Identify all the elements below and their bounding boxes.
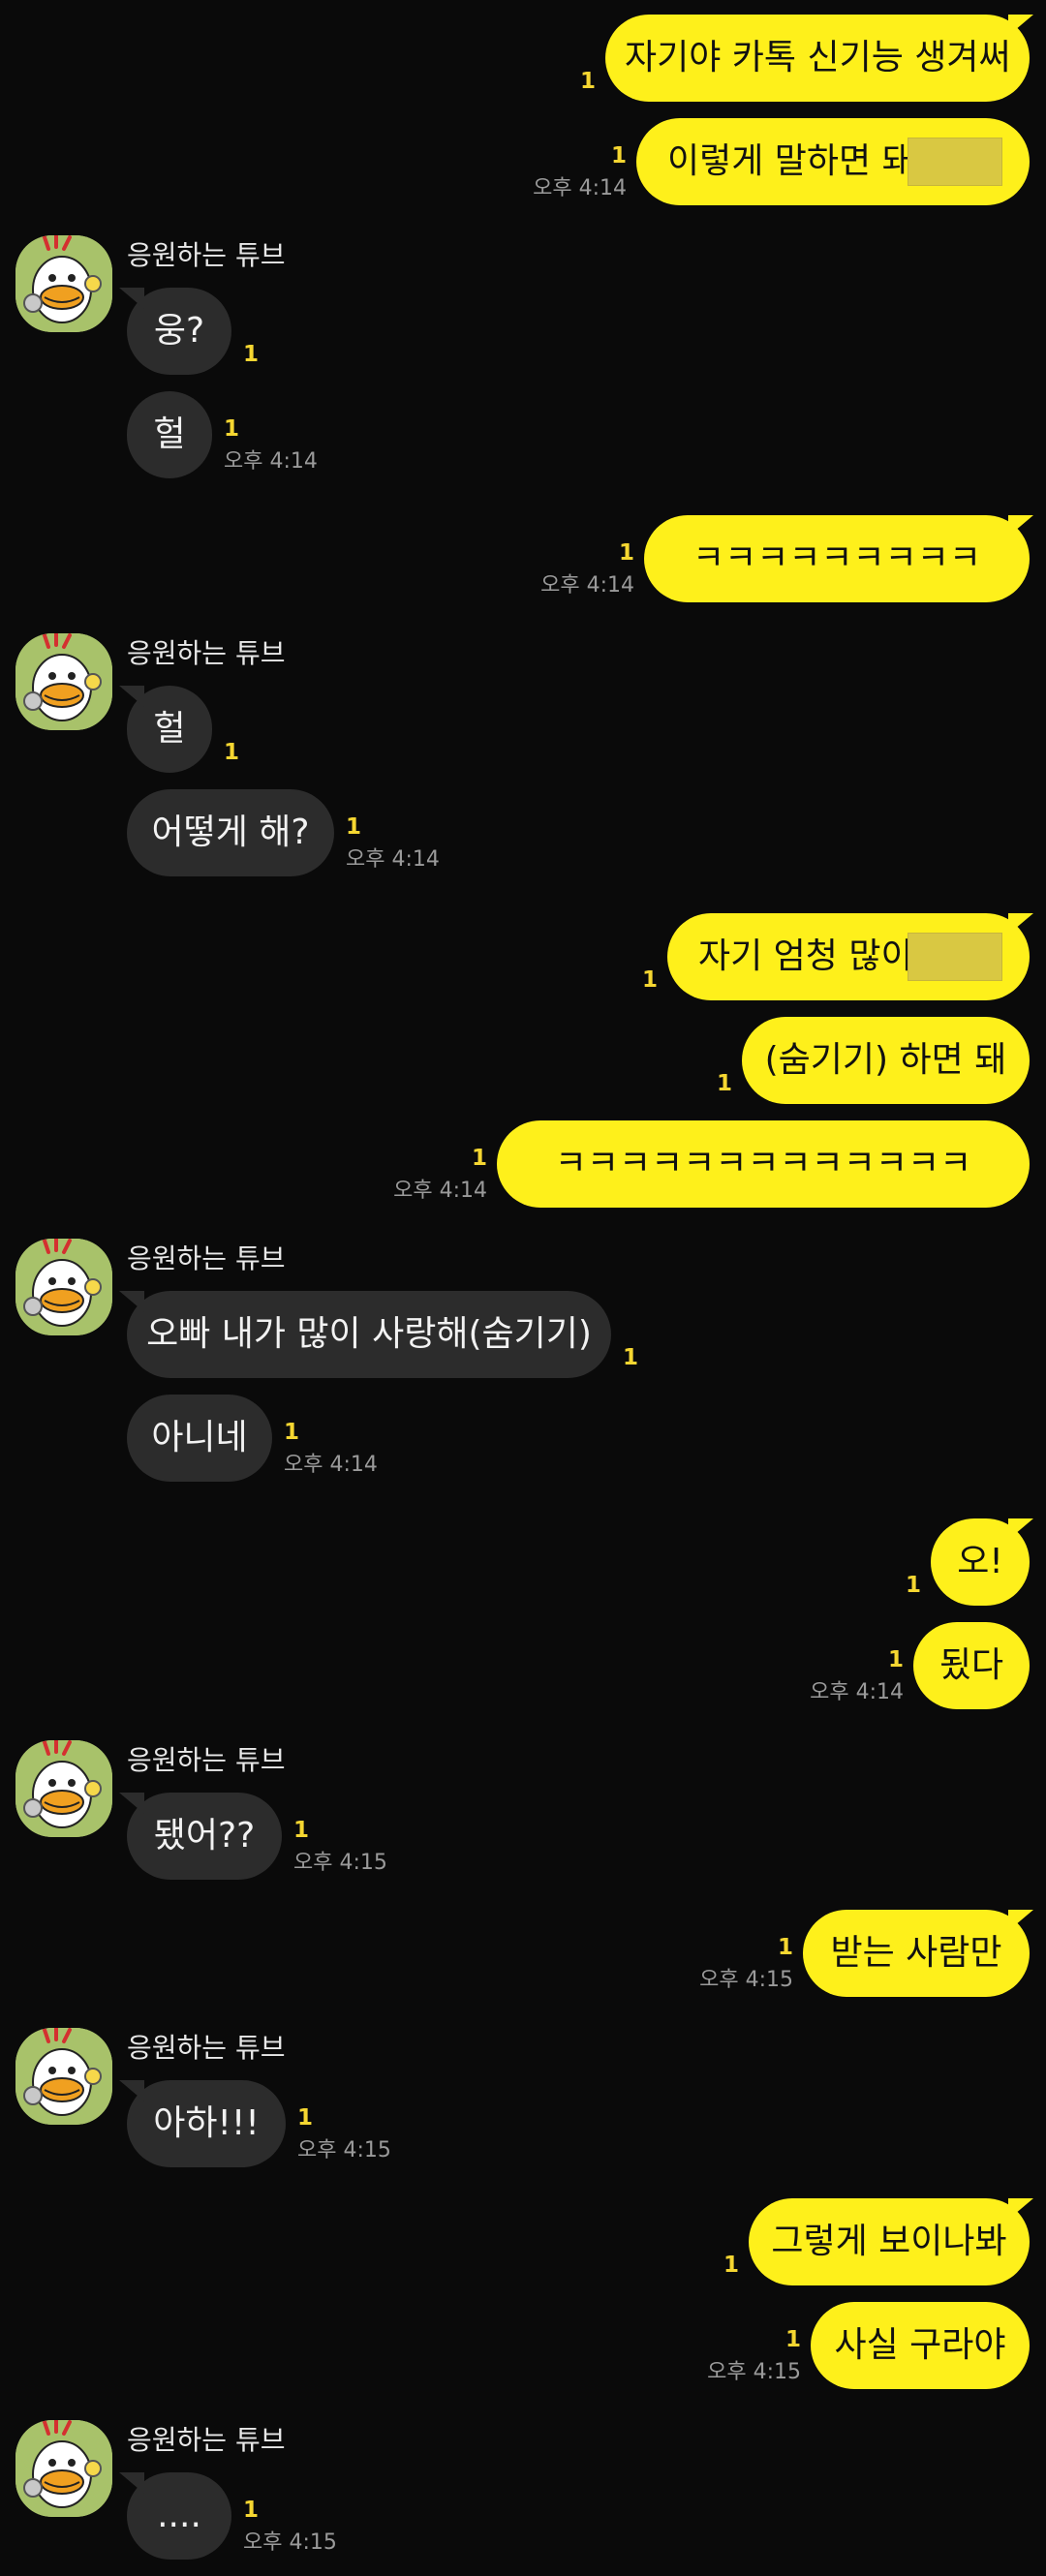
bubble-tail: [1008, 15, 1033, 36]
message-text: 헐: [153, 414, 186, 454]
outgoing-message-bubble[interactable]: (숨기기) 하면 돼: [742, 1017, 1030, 1104]
unread-count: 1: [579, 69, 596, 94]
sender-name: 응원하는 튜브: [127, 1242, 286, 1274]
unread-count: 1: [723, 2253, 739, 2278]
unread-count: 1: [887, 1647, 904, 1672]
sender-name: 응원하는 튜브: [127, 239, 286, 271]
sender-name: 응원하는 튜브: [127, 2424, 286, 2456]
outgoing-message-bubble[interactable]: 사실 구라야: [811, 2302, 1030, 2389]
tube-character-image: [15, 1239, 112, 1335]
unread-count: 1: [610, 143, 627, 169]
contact-avatar[interactable]: [15, 2420, 112, 2517]
unread-count: 1: [471, 1146, 487, 1171]
hidden-text-block: [908, 138, 1002, 186]
unread-count: 1: [784, 2327, 801, 2352]
unread-count: 1: [716, 1071, 732, 1096]
message-timestamp: 오후 4:15: [297, 2138, 391, 2162]
bubble-tail: [119, 2080, 144, 2101]
incoming-message-bubble[interactable]: 오빠 내가 많이 사랑해(숨기기): [127, 1291, 611, 1378]
message-text: ㅋㅋㅋㅋㅋㅋㅋㅋㅋㅋㅋㅋㅋ: [554, 1144, 972, 1183]
bubble-tail: [1008, 515, 1033, 537]
message-text: 아니네: [151, 1418, 248, 1457]
message-timestamp: 오후 4:14: [346, 847, 440, 872]
outgoing-message-bubble[interactable]: 자기야 카톡 신기능 생겨써: [605, 15, 1030, 102]
message-text: 자기야 카톡 신기능 생겨써: [625, 38, 1011, 77]
message-timestamp: 오후 4:15: [243, 2530, 337, 2555]
unread-count: 1: [224, 416, 240, 442]
outgoing-message-bubble[interactable]: 그렇게 보이나봐: [749, 2198, 1030, 2285]
message-timestamp: 오후 4:14: [224, 449, 318, 474]
bubble-tail: [119, 2472, 144, 2494]
message-text: 어떻게 해?: [151, 813, 310, 852]
outgoing-message-bubble[interactable]: 받는 사람만: [803, 1910, 1030, 1997]
message-text: 사실 구라야: [834, 2325, 1006, 2365]
tube-character-image: [15, 2028, 112, 2125]
unread-count: 1: [243, 342, 260, 367]
bubble-tail: [119, 288, 144, 309]
sender-name: 응원하는 튜브: [127, 1744, 286, 1776]
outgoing-message-bubble[interactable]: ㅋㅋㅋㅋㅋㅋㅋㅋㅋ: [644, 515, 1030, 602]
contact-avatar[interactable]: [15, 235, 112, 332]
hidden-text-block: [908, 933, 1002, 981]
message-text: 받는 사람만: [830, 1933, 1002, 1973]
unread-count: 1: [224, 740, 240, 765]
bubble-tail: [1008, 2198, 1033, 2220]
message-timestamp: 오후 4:14: [810, 1680, 904, 1704]
message-timestamp: 오후 4:14: [284, 1453, 378, 1477]
bubble-tail: [119, 686, 144, 707]
message-timestamp: 오후 4:15: [293, 1851, 387, 1875]
unread-count: 1: [346, 814, 362, 840]
incoming-message-bubble[interactable]: 아니네: [127, 1395, 272, 1482]
message-text: 오빠 내가 많이 사랑해(숨기기): [146, 1314, 592, 1354]
unread-count: 1: [284, 1420, 300, 1445]
message-text: 자기 엄청 많이: [698, 936, 913, 976]
tube-character-image: [15, 1740, 112, 1837]
bubble-tail: [119, 1291, 144, 1312]
contact-avatar[interactable]: [15, 1239, 112, 1335]
contact-avatar[interactable]: [15, 2028, 112, 2125]
message-text: 이렇게 말하면 돼: [667, 141, 914, 181]
message-timestamp: 오후 4:15: [707, 2360, 801, 2384]
message-text: 웅?: [153, 311, 205, 351]
message-timestamp: 오후 4:14: [540, 573, 634, 598]
tube-character-image: [15, 633, 112, 730]
tube-character-image: [15, 2420, 112, 2517]
message-text: 헐: [153, 709, 186, 749]
unread-count: 1: [641, 967, 658, 993]
outgoing-message-bubble[interactable]: ㅋㅋㅋㅋㅋㅋㅋㅋㅋㅋㅋㅋㅋ: [497, 1120, 1030, 1208]
sender-name: 응원하는 튜브: [127, 637, 286, 669]
message-timestamp: 오후 4:15: [699, 1968, 793, 1992]
message-text: ....: [157, 2496, 201, 2535]
outgoing-message-bubble[interactable]: 됬다: [913, 1622, 1030, 1709]
incoming-message-bubble[interactable]: 어떻게 해?: [127, 789, 334, 876]
message-text: 오!: [957, 1542, 1003, 1581]
unread-count: 1: [293, 1818, 310, 1843]
incoming-message-bubble[interactable]: 헐: [127, 391, 212, 478]
message-text: 됐어??: [153, 1816, 256, 1855]
incoming-message-bubble[interactable]: 됐어??: [127, 1793, 282, 1880]
unread-count: 1: [623, 1345, 639, 1370]
contact-avatar[interactable]: [15, 1740, 112, 1837]
message-text: 그렇게 보이나봐: [771, 2222, 1007, 2261]
unread-count: 1: [777, 1935, 793, 1960]
message-timestamp: 오후 4:14: [533, 176, 627, 200]
bubble-tail: [1008, 1518, 1033, 1540]
unread-count: 1: [905, 1573, 921, 1598]
message-text: ㅋㅋㅋㅋㅋㅋㅋㅋㅋ: [692, 538, 982, 578]
chat-transcript: 자기야 카톡 신기능 생겨써 1 이렇게 말하면 돼 1 오후 4:14 응원하는 튜브 웅…: [0, 0, 1046, 2576]
tube-character-image: [15, 235, 112, 332]
message-text: 아하!!!: [153, 2103, 260, 2143]
unread-count: 1: [618, 540, 634, 566]
unread-count: 1: [243, 2498, 260, 2523]
message-timestamp: 오후 4:14: [393, 1179, 487, 1203]
bubble-tail: [1008, 1910, 1033, 1931]
incoming-message-bubble[interactable]: 아하!!!: [127, 2080, 286, 2167]
message-text: (숨기기) 하면 돼: [764, 1040, 1007, 1080]
bubble-tail: [1008, 913, 1033, 935]
unread-count: 1: [297, 2105, 314, 2131]
bubble-tail: [119, 1793, 144, 1814]
sender-name: 응원하는 튜브: [127, 2032, 286, 2064]
contact-avatar[interactable]: [15, 633, 112, 730]
message-text: 됬다: [938, 1645, 1004, 1685]
